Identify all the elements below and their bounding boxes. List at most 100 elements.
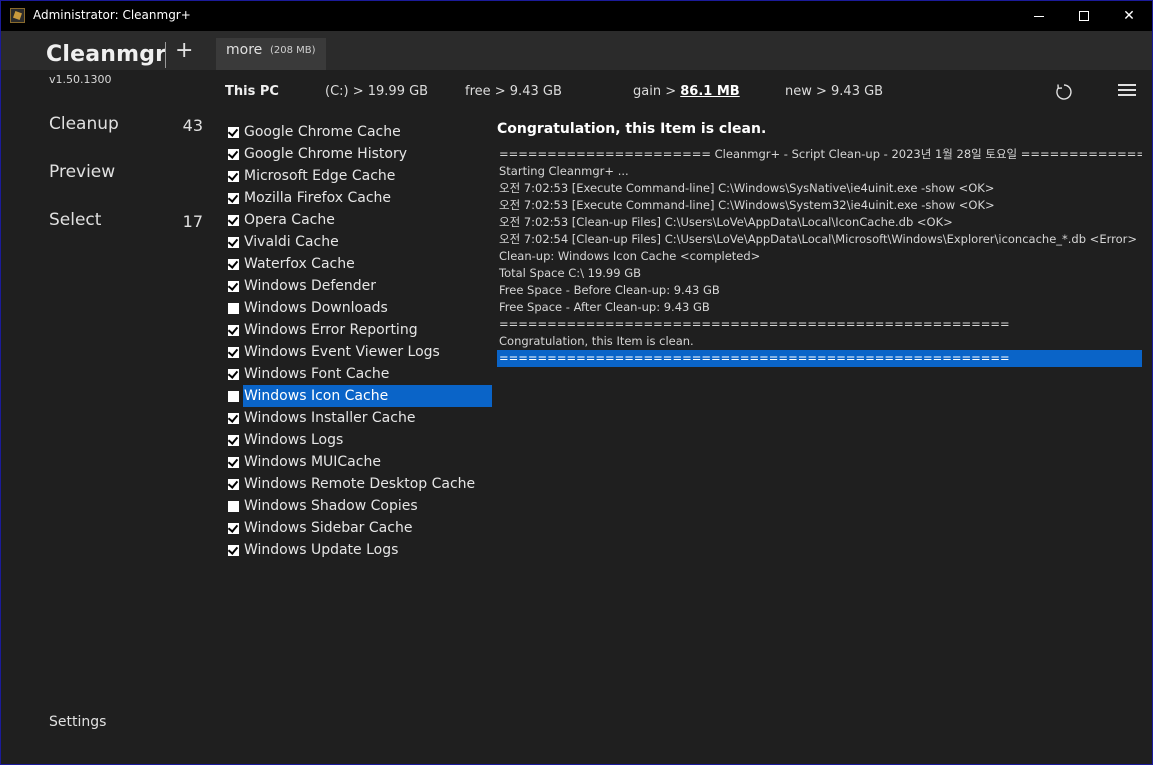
tab-more[interactable]: more (208 MB) xyxy=(216,38,326,70)
nav-select-count: 17 xyxy=(182,212,203,231)
item-label[interactable]: Microsoft Edge Cache xyxy=(243,165,492,187)
list-item[interactable]: Mozilla Firefox Cache xyxy=(226,187,492,209)
item-label[interactable]: Waterfox Cache xyxy=(243,253,492,275)
log-line: ====================== Cleanmgr+ - Scrip… xyxy=(499,147,1142,161)
log-line: ========================================… xyxy=(497,350,1142,367)
item-checkbox[interactable] xyxy=(228,500,239,512)
item-label[interactable]: Windows Icon Cache xyxy=(243,385,492,407)
item-label[interactable]: Windows Font Cache xyxy=(243,363,492,385)
tab-more-label: more xyxy=(226,42,263,58)
window-title: Administrator: Cleanmgr+ xyxy=(33,8,191,22)
list-item[interactable]: Windows Shadow Copies xyxy=(226,495,492,517)
drive-info: (C:) > 19.99 GB xyxy=(325,84,429,99)
app-version: v1.50.1300 xyxy=(49,73,112,86)
log-line: 오전 7:02:54 [Clean-up Files] C:\Users\LoV… xyxy=(499,232,1137,246)
list-item[interactable]: Windows Defender xyxy=(226,275,492,297)
item-label[interactable]: Mozilla Firefox Cache xyxy=(243,187,492,209)
item-checkbox[interactable] xyxy=(228,456,239,468)
log-line: 오전 7:02:53 [Execute Command-line] C:\Win… xyxy=(499,198,995,212)
item-checkbox[interactable] xyxy=(228,236,239,248)
maximize-button[interactable] xyxy=(1061,1,1107,31)
new-space-info: new > 9.43 GB xyxy=(785,84,884,99)
add-tab-button[interactable]: + xyxy=(175,38,193,63)
list-item[interactable]: Waterfox Cache xyxy=(226,253,492,275)
list-item[interactable]: Microsoft Edge Cache xyxy=(226,165,492,187)
minimize-button[interactable] xyxy=(1016,1,1062,31)
item-label[interactable]: Windows Logs xyxy=(243,429,492,451)
item-label[interactable]: Windows Installer Cache xyxy=(243,407,492,429)
settings-link[interactable]: Settings xyxy=(49,714,106,730)
item-label[interactable]: Windows Defender xyxy=(243,275,492,297)
item-label[interactable]: Opera Cache xyxy=(243,209,492,231)
item-label[interactable]: Windows Downloads xyxy=(243,297,492,319)
log-line: Congratulation, this Item is clean. xyxy=(499,334,694,348)
hamburger-menu-icon[interactable] xyxy=(1118,84,1136,98)
item-checkbox[interactable] xyxy=(228,434,239,446)
list-item[interactable]: Windows Sidebar Cache xyxy=(226,517,492,539)
title-bar: Administrator: Cleanmgr+ ✕ xyxy=(0,0,1153,31)
list-item[interactable]: Vivaldi Cache xyxy=(226,231,492,253)
list-item[interactable]: Windows Font Cache xyxy=(226,363,492,385)
item-checkbox[interactable] xyxy=(228,544,239,556)
item-checkbox[interactable] xyxy=(228,148,239,160)
nav-select[interactable]: Select xyxy=(49,210,101,230)
item-checkbox[interactable] xyxy=(228,390,239,402)
log-line: 오전 7:02:53 [Execute Command-line] C:\Win… xyxy=(499,181,995,195)
item-checkbox[interactable] xyxy=(228,522,239,534)
item-label[interactable]: Windows Error Reporting xyxy=(243,319,492,341)
minimize-icon xyxy=(1034,16,1044,17)
item-checkbox[interactable] xyxy=(228,192,239,204)
list-item[interactable]: Windows Update Logs xyxy=(226,539,492,561)
item-label[interactable]: Windows MUICache xyxy=(243,451,492,473)
item-checkbox[interactable] xyxy=(228,126,239,138)
log-line: Clean-up: Windows Icon Cache <completed> xyxy=(499,249,761,263)
gain-value[interactable]: 86.1 MB xyxy=(680,84,739,99)
log-line: Total Space C:\ 19.99 GB xyxy=(499,266,642,280)
item-checkbox[interactable] xyxy=(228,214,239,226)
list-item[interactable]: Windows Error Reporting xyxy=(226,319,492,341)
item-label[interactable]: Windows Update Logs xyxy=(243,539,492,561)
list-item[interactable]: Windows Downloads xyxy=(226,297,492,319)
log-line: Free Space - After Clean-up: 9.43 GB xyxy=(499,300,710,314)
nav-preview[interactable]: Preview xyxy=(49,162,115,182)
maximize-icon xyxy=(1079,11,1089,21)
list-item[interactable]: Opera Cache xyxy=(226,209,492,231)
tab-more-size: (208 MB) xyxy=(270,45,316,56)
list-item[interactable]: Windows Logs xyxy=(226,429,492,451)
list-item[interactable]: Google Chrome History xyxy=(226,143,492,165)
log-line: ========================================… xyxy=(499,317,1010,331)
cleanup-log: ====================== Cleanmgr+ - Scrip… xyxy=(497,146,1142,367)
list-item[interactable]: Windows Icon Cache xyxy=(226,385,492,407)
refresh-icon[interactable] xyxy=(1055,83,1073,101)
app-name: Cleanmgr xyxy=(46,42,167,67)
item-checkbox[interactable] xyxy=(228,368,239,380)
item-label[interactable]: Windows Sidebar Cache xyxy=(243,517,492,539)
item-checkbox[interactable] xyxy=(228,412,239,424)
list-item[interactable]: Google Chrome Cache xyxy=(226,121,492,143)
item-checkbox[interactable] xyxy=(228,478,239,490)
item-label[interactable]: Windows Remote Desktop Cache xyxy=(243,473,492,495)
list-item[interactable]: Windows Remote Desktop Cache xyxy=(226,473,492,495)
list-item[interactable]: Windows MUICache xyxy=(226,451,492,473)
item-label[interactable]: Windows Event Viewer Logs xyxy=(243,341,492,363)
nav-cleanup[interactable]: Cleanup xyxy=(49,114,119,134)
close-button[interactable]: ✕ xyxy=(1106,1,1152,31)
item-checkbox[interactable] xyxy=(228,324,239,336)
item-label[interactable]: Windows Shadow Copies xyxy=(243,495,492,517)
item-checkbox[interactable] xyxy=(228,302,239,314)
item-checkbox[interactable] xyxy=(228,280,239,292)
cleanup-item-list: Google Chrome Cache Google Chrome History… xyxy=(226,121,492,561)
app-icon xyxy=(10,8,25,23)
item-checkbox[interactable] xyxy=(228,170,239,182)
nav-cleanup-count: 43 xyxy=(182,116,203,135)
item-checkbox[interactable] xyxy=(228,346,239,358)
item-label[interactable]: Google Chrome History xyxy=(243,143,492,165)
item-checkbox[interactable] xyxy=(228,258,239,270)
item-label[interactable]: Google Chrome Cache xyxy=(243,121,492,143)
list-item[interactable]: Windows Event Viewer Logs xyxy=(226,341,492,363)
header-divider xyxy=(165,42,166,68)
item-label[interactable]: Vivaldi Cache xyxy=(243,231,492,253)
free-space-info: free > 9.43 GB xyxy=(465,84,562,99)
list-item[interactable]: Windows Installer Cache xyxy=(226,407,492,429)
close-icon: ✕ xyxy=(1123,8,1135,24)
